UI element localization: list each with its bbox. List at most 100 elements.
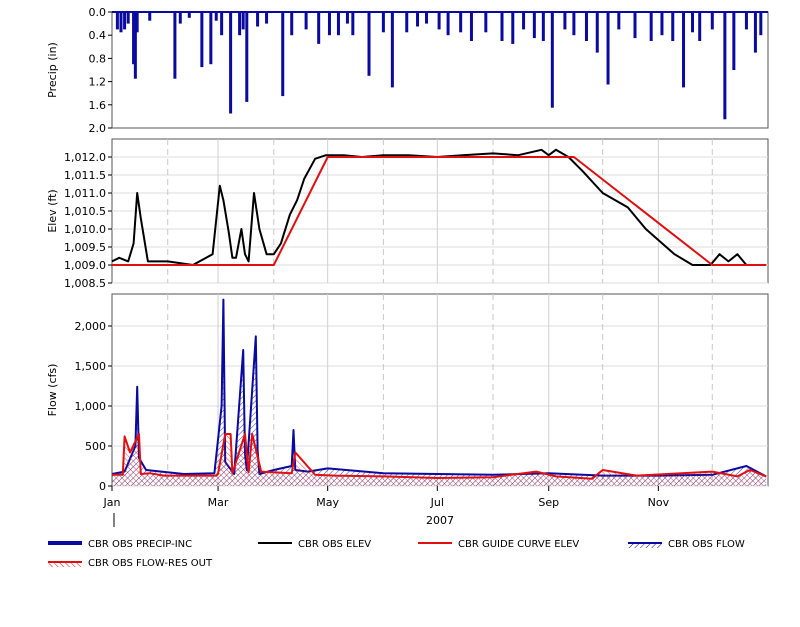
precip-bar [238, 12, 242, 36]
precip-bar [572, 12, 576, 36]
y-axis-label: Elev (ft) [46, 189, 59, 232]
precip-bar [595, 12, 599, 53]
panel-precip: 0.0 0.4 0.8 1.2 1.6 2.0 Precip (in) [46, 6, 769, 135]
precip-bar [241, 12, 245, 30]
y-tick-label: 2.0 [89, 122, 107, 135]
precip-bar [425, 12, 429, 24]
precip-bar [367, 12, 371, 76]
precip-bar [187, 12, 191, 18]
precip-bar [723, 12, 727, 120]
panel-elev: 1,012.0 1,011.5 1,011.0 1,010.5 1,010.0 1,009… [46, 138, 769, 290]
y-tick-label: 2,000 [75, 320, 107, 333]
y-axis-label: Flow (cfs) [46, 364, 59, 417]
precip-bar [550, 12, 554, 108]
precip-bar [446, 12, 450, 36]
precip-bar [256, 12, 260, 27]
x-tick-label: Jan [103, 496, 121, 509]
precip-bar [532, 12, 536, 39]
x-tick-label: Sep [538, 496, 559, 509]
y-tick-label: 1,012.0 [64, 151, 106, 164]
y-tick-label: 1.6 [89, 99, 107, 112]
precip-bar [135, 12, 139, 33]
precip-bar [500, 12, 504, 41]
precip-bar [584, 12, 588, 41]
legend-item: CBR OBS ELEV [258, 539, 371, 550]
precip-bar [732, 12, 736, 70]
precip-bar [682, 12, 686, 88]
precip-bar [126, 12, 130, 24]
precip-bar [511, 12, 515, 44]
precip-bar [178, 12, 182, 24]
legend-item: CBR OBS FLOW [628, 539, 745, 550]
precip-bar [123, 12, 127, 30]
precip-bar [522, 12, 526, 30]
y-tick-label: 1,009.0 [64, 259, 106, 272]
precip-bar [405, 12, 409, 33]
legend-item: CBR OBS PRECIP-INC [48, 539, 192, 550]
precip-bar [744, 12, 748, 30]
x-tick-label: May [316, 496, 339, 509]
y-tick-label: 1,008.5 [64, 277, 106, 290]
precip-bar [115, 12, 119, 30]
precip-bar [119, 12, 123, 33]
y-tick-label: 0.8 [89, 52, 107, 65]
precip-bar [633, 12, 637, 39]
legend: CBR OBS PRECIP-INC CBR OBS ELEV CBR GUIDE … [48, 539, 745, 569]
precip-bar [469, 12, 473, 41]
precip-bar [759, 12, 763, 36]
y-tick-label: 0 [99, 480, 106, 493]
precip-bar [173, 12, 177, 79]
legend-label: CBR OBS ELEV [298, 539, 371, 550]
y-tick-label: 0.4 [89, 29, 107, 42]
precip-bar [220, 12, 224, 36]
precip-bar [698, 12, 702, 41]
precip-bar [290, 12, 294, 36]
legend-label: CBR OBS FLOW [668, 539, 745, 550]
precip-bar [541, 12, 545, 41]
time-axis: Jan Mar May Jul Sep Nov 2007 [103, 486, 670, 527]
y-tick-label: 1,010.5 [64, 205, 106, 218]
precip-bar [351, 12, 355, 36]
precip-bar [691, 12, 695, 33]
precip-bar [563, 12, 567, 30]
precip-bar [390, 12, 394, 88]
precip-bar [304, 12, 308, 30]
precip-bar [345, 12, 349, 24]
legend-label: CBR OBS FLOW-RES OUT [88, 558, 213, 569]
y-tick-label: 1,009.5 [64, 241, 106, 254]
precip-bar [437, 12, 441, 30]
precip-bar [209, 12, 213, 65]
precip-bar [381, 12, 385, 33]
precip-bar [617, 12, 621, 30]
y-tick-label: 1,011.0 [64, 187, 106, 200]
precip-bar [200, 12, 204, 68]
y-tick-label: 1,010.0 [64, 223, 106, 236]
precip-bar [710, 12, 714, 30]
precip-bar [753, 12, 757, 53]
precip-bar [336, 12, 340, 36]
panel-flow: 2,000 1,500 1,000 500 0 Flow (cfs) [46, 293, 769, 493]
y-tick-label: 0.0 [89, 6, 107, 19]
precip-bar [148, 12, 152, 21]
legend-item: CBR OBS FLOW-RES OUT [48, 558, 213, 569]
precip-bar [281, 12, 285, 97]
precip-bar [671, 12, 675, 41]
x-tick-label: Mar [208, 496, 229, 509]
x-axis-label: 2007 [426, 514, 454, 527]
precip-bar [317, 12, 321, 44]
precip-bar [214, 12, 218, 21]
x-tick-label: Nov [648, 496, 670, 509]
x-tick-label: Jul [430, 496, 444, 509]
hydrograph-figure: 0.00.40.81.21.62.0Precip (in)1,012.01,01… [46, 6, 769, 569]
precip-bar [327, 12, 331, 36]
legend-label: CBR OBS PRECIP-INC [88, 539, 192, 550]
precip-bar [660, 12, 664, 36]
precip-bar [459, 12, 463, 33]
y-tick-label: 1,011.5 [64, 169, 106, 182]
y-tick-label: 500 [85, 440, 106, 453]
precip-bar [245, 12, 249, 102]
precip-bar [229, 12, 233, 114]
precip-bar [484, 12, 488, 33]
precip-bar [416, 12, 420, 27]
precip-bar [265, 12, 269, 24]
